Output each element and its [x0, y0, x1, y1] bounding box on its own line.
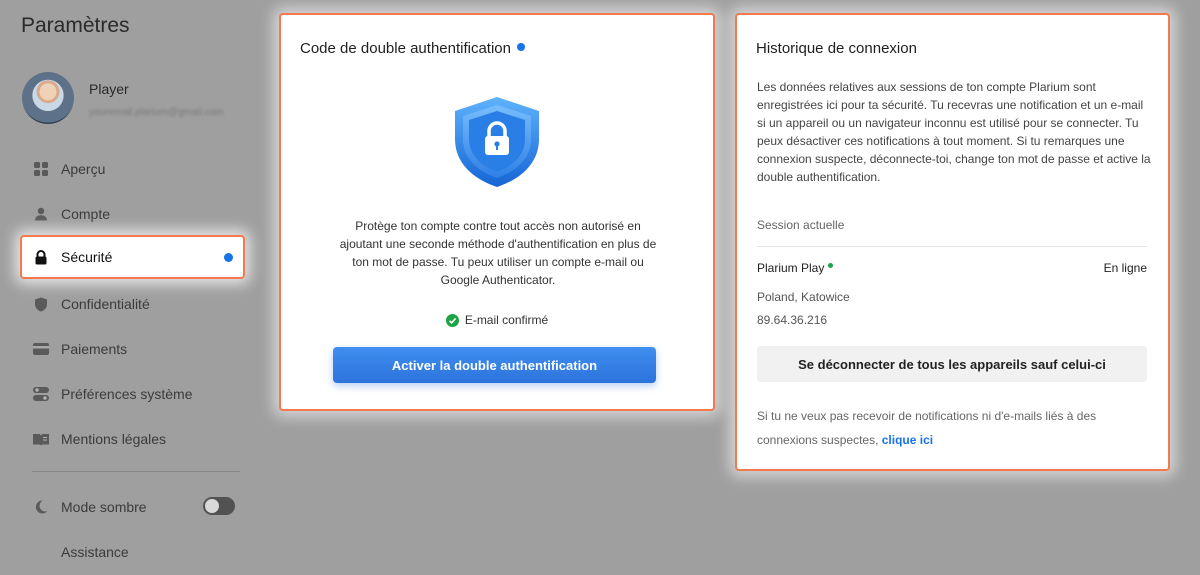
- sidebar-item-assistance[interactable]: Assistance: [20, 530, 245, 574]
- lock-icon: [32, 248, 50, 266]
- sidebar: Paramètres Player youremail.plarium@gmai…: [0, 0, 265, 575]
- email-confirmed-status: E-mail confirmé: [281, 313, 713, 327]
- dark-mode-toggle[interactable]: [203, 497, 235, 515]
- grid-icon: [32, 160, 50, 178]
- check-circle-icon: [445, 313, 459, 327]
- session-device: Plarium Play: [757, 261, 834, 275]
- sidebar-item-confidentialite[interactable]: Confidentialité: [20, 282, 245, 326]
- sidebar-item-label: Mentions légales: [61, 431, 167, 447]
- page-title: Paramètres: [21, 14, 130, 37]
- login-history-description: Les données relatives aux sessions de to…: [757, 80, 1151, 184]
- sidebar-item-label: Paiements: [61, 341, 128, 357]
- session-ip: 89.64.36.216: [757, 313, 828, 327]
- online-dot: [828, 263, 834, 269]
- session-device-name: Plarium Play: [757, 261, 825, 275]
- shield-lock-icon: [451, 95, 543, 194]
- login-history-card: Historique de connexion Les données rela…: [735, 13, 1170, 471]
- two-factor-card: Code de double authentification Protège …: [279, 13, 715, 411]
- notification-dot: [517, 43, 525, 52]
- profile-name: Player: [89, 81, 129, 97]
- sidebar-item-compte[interactable]: Compte: [20, 192, 245, 236]
- book-icon: [32, 430, 50, 448]
- sidebar-item-label: Assistance: [61, 544, 129, 560]
- logout-other-devices-button[interactable]: Se déconnecter de tous les appareils sau…: [757, 346, 1147, 382]
- dark-mode-label: Mode sombre: [61, 499, 147, 515]
- sidebar-item-apercu[interactable]: Aperçu: [20, 147, 245, 191]
- session-location: Poland, Katowice: [757, 290, 850, 304]
- two-factor-title: Code de double authentification: [300, 40, 525, 57]
- opt-out-link[interactable]: clique ici: [882, 433, 933, 447]
- credit-card-icon: [32, 340, 50, 358]
- user-icon: [32, 205, 50, 223]
- shield-icon: [32, 295, 50, 313]
- sidebar-item-mentions-legales[interactable]: Mentions légales: [20, 417, 245, 461]
- session-status: En ligne: [1103, 261, 1147, 275]
- sidebar-item-securite[interactable]: Sécurité: [20, 235, 245, 279]
- toggles-icon: [32, 385, 50, 403]
- notification-dot: [224, 253, 233, 262]
- sidebar-divider: [32, 471, 240, 472]
- sidebar-item-label: Préférences système: [61, 386, 193, 402]
- moon-icon: [32, 498, 50, 516]
- two-factor-description: Protège ton compte contre tout accès non…: [339, 219, 657, 287]
- current-session-label: Session actuelle: [757, 218, 845, 232]
- avatar[interactable]: [22, 72, 74, 124]
- sidebar-item-label: Aperçu: [61, 161, 106, 177]
- two-factor-title-text: Code de double authentification: [300, 40, 511, 57]
- session-divider: [757, 246, 1147, 247]
- email-confirmed-label: E-mail confirmé: [464, 313, 549, 327]
- notification-opt-out-note: Si tu ne veux pas recevoir de notificati…: [757, 404, 1152, 452]
- sidebar-item-label: Confidentialité: [61, 296, 150, 312]
- sidebar-item-paiements[interactable]: Paiements: [20, 327, 245, 371]
- sidebar-item-preferences-systeme[interactable]: Préférences système: [20, 372, 245, 416]
- sidebar-item-label: Compte: [61, 206, 111, 222]
- login-history-title: Historique de connexion: [756, 40, 917, 57]
- enable-2fa-button[interactable]: Activer la double authentification: [333, 347, 656, 383]
- profile-email: youremail.plarium@gmail.com: [89, 107, 224, 118]
- sidebar-item-label: Sécurité: [61, 249, 113, 265]
